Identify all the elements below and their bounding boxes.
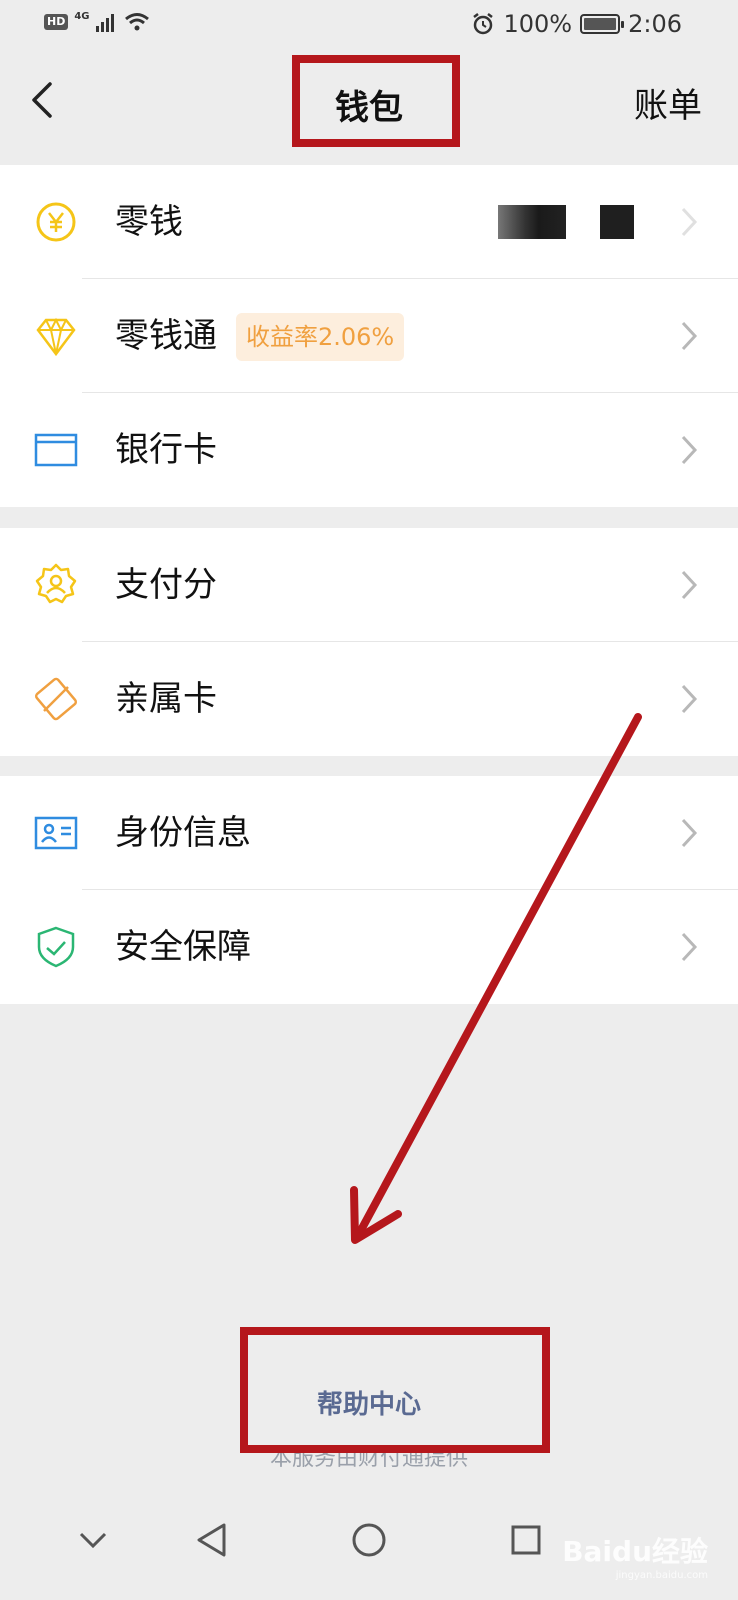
status-bar: HD 4G 100% 2:06 [0,0,738,52]
masked-balance [498,205,634,239]
list-item-label: 安全保障 [115,927,251,967]
list-item-identity-info[interactable]: 身份信息 [0,776,738,890]
battery-icon [580,14,625,34]
list-item-bank-card[interactable]: 银行卡 [0,393,738,507]
id-card-icon [34,816,78,850]
badge-person-icon [35,563,77,604]
list-item-family-card[interactable]: 亲属卡 [0,642,738,756]
back-triangle-icon[interactable] [195,1522,227,1558]
chevron-right-icon [681,321,698,351]
chevron-right-icon [681,435,698,465]
chevron-right-icon [681,684,698,714]
chevron-right-icon [681,932,698,962]
title-highlight-box [292,55,460,147]
list-item-pay-score[interactable]: 支付分 [0,528,738,642]
wallet-group-1: 零钱 零钱通 收益率2.06% 银行卡 [0,165,738,507]
list-item-label: 支付分 [115,565,217,605]
recents-square-icon[interactable] [510,1524,542,1556]
list-item-security[interactable]: 安全保障 [0,890,738,1004]
diamond-icon [36,317,76,357]
wifi-icon [124,13,149,31]
list-item-label: 身份信息 [115,813,251,853]
list-item-change-plus[interactable]: 零钱通 收益率2.06% [0,279,738,393]
network-type: 4G [74,10,90,22]
mosaic-block [498,205,566,239]
bill-button[interactable]: 账单 [634,78,702,127]
list-item-label: 银行卡 [115,430,217,470]
clock-time: 2:06 [628,10,682,38]
list-item-label: 零钱 [115,202,183,242]
list-item-label: 零钱通 [115,316,217,356]
shield-check-icon [37,926,75,968]
baidu-watermark: Baidu经验 jingyan.baidu.com [562,1530,708,1581]
signal-icon [95,14,114,32]
home-circle-icon[interactable] [351,1522,387,1558]
hd-badge: HD [44,14,69,30]
battery-level [584,18,617,30]
help-highlight-box [240,1327,550,1453]
status-right: 100% 2:06 [471,10,682,38]
watermark-subtext: jingyan.baidu.com [615,1570,708,1581]
status-left: HD 4G [44,10,150,32]
watermark-text: Baidu经验 [562,1535,708,1568]
wallet-group-3: 身份信息 安全保障 [0,776,738,1004]
battery-percent: 100% [503,10,573,38]
chevron-down-icon[interactable] [78,1530,108,1550]
chevron-right-icon [681,207,698,237]
family-card-icon [34,677,78,721]
bank-card-icon [34,433,78,467]
chevron-right-icon [681,818,698,848]
list-item-label: 亲属卡 [115,679,217,719]
mosaic-block [600,205,634,239]
list-item-change[interactable]: 零钱 [0,165,738,279]
alarm-icon [473,13,494,35]
yield-rate-badge: 收益率2.06% [236,313,405,361]
yuan-coin-icon [36,202,76,242]
wallet-group-2: 支付分 亲属卡 [0,528,738,756]
chevron-right-icon [681,570,698,600]
